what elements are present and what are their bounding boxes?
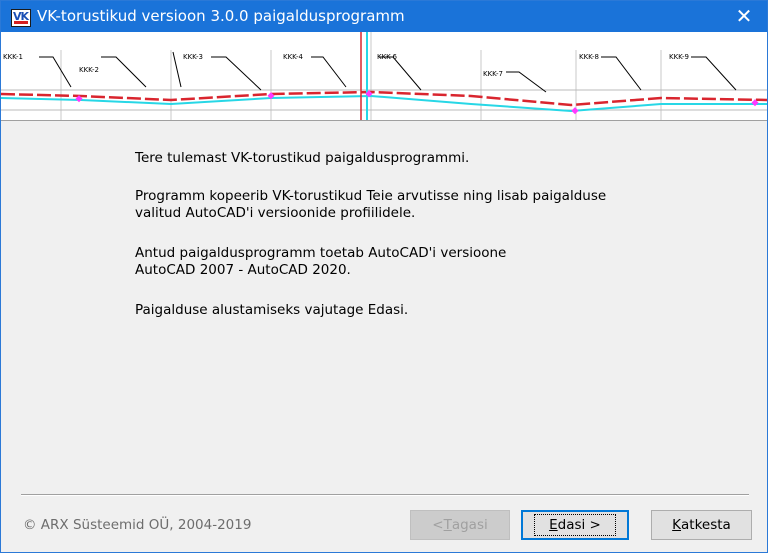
start-hint: Paigalduse alustamiseks vajutage Edasi. [135,302,409,318]
close-icon: ✕ [735,6,753,28]
cancel-button[interactable]: Katkesta [651,510,752,540]
banner-label-1: KKK-1 [3,53,23,61]
back-button[interactable]: < Tagasi [410,510,510,540]
next-button-key: E [549,517,558,533]
support-description-line1: Antud paigaldusprogramm toetab AutoCAD'i… [135,245,507,261]
header-banner: KKK-1 KKK-2 KKK-3 KKK-4 KKK-6 KKK-7 KKK-… [1,32,767,121]
cancel-button-label: atkesta [681,517,731,533]
window-title: VK-torustikud versioon 3.0.0 paigalduspr… [37,7,405,25]
banner-label-9: KKK-9 [669,53,689,61]
content-area: Tere tulemast VK-torustikud paigalduspro… [1,122,767,494]
banner-label-3: KKK-3 [183,53,203,61]
support-description-line2: AutoCAD 2007 - AutoCAD 2020. [135,262,351,278]
pipe-profile-graphic: KKK-1 KKK-2 KKK-3 KKK-4 KKK-6 KKK-7 KKK-… [1,32,767,120]
copy-description-line1: Programm kopeerib VK-torustikud Teie arv… [135,188,607,204]
next-button-focus: Edasi > [534,514,616,536]
cancel-button-key: K [672,517,682,533]
banner-label-7: KKK-7 [483,70,503,78]
next-button-label: dasi > [557,517,601,533]
back-button-label: agasi [451,517,488,533]
back-button-key: T [443,517,452,533]
title-bar[interactable]: VK VK-torustikud versioon 3.0.0 paigaldu… [1,1,767,32]
back-button-prefix: < [432,517,444,533]
copyright-text: © ARX Süsteemid OÜ, 2004-2019 [23,517,252,533]
close-button[interactable]: ✕ [721,1,767,32]
app-icon-bar [14,21,28,24]
banner-label-8: KKK-8 [579,53,599,61]
installer-window: VK VK-torustikud versioon 3.0.0 paigaldu… [0,0,768,553]
banner-label-4: KKK-4 [283,53,304,61]
app-icon: VK [11,9,31,27]
copy-description-line2: valitud AutoCAD'i versioonide profiilide… [135,205,416,221]
banner-label-6: KKK-6 [377,53,398,61]
welcome-text: Tere tulemast VK-torustikud paigalduspro… [135,150,470,166]
banner-label-2: KKK-2 [79,66,99,74]
next-button[interactable]: Edasi > [521,510,629,540]
footer-divider [21,494,749,496]
